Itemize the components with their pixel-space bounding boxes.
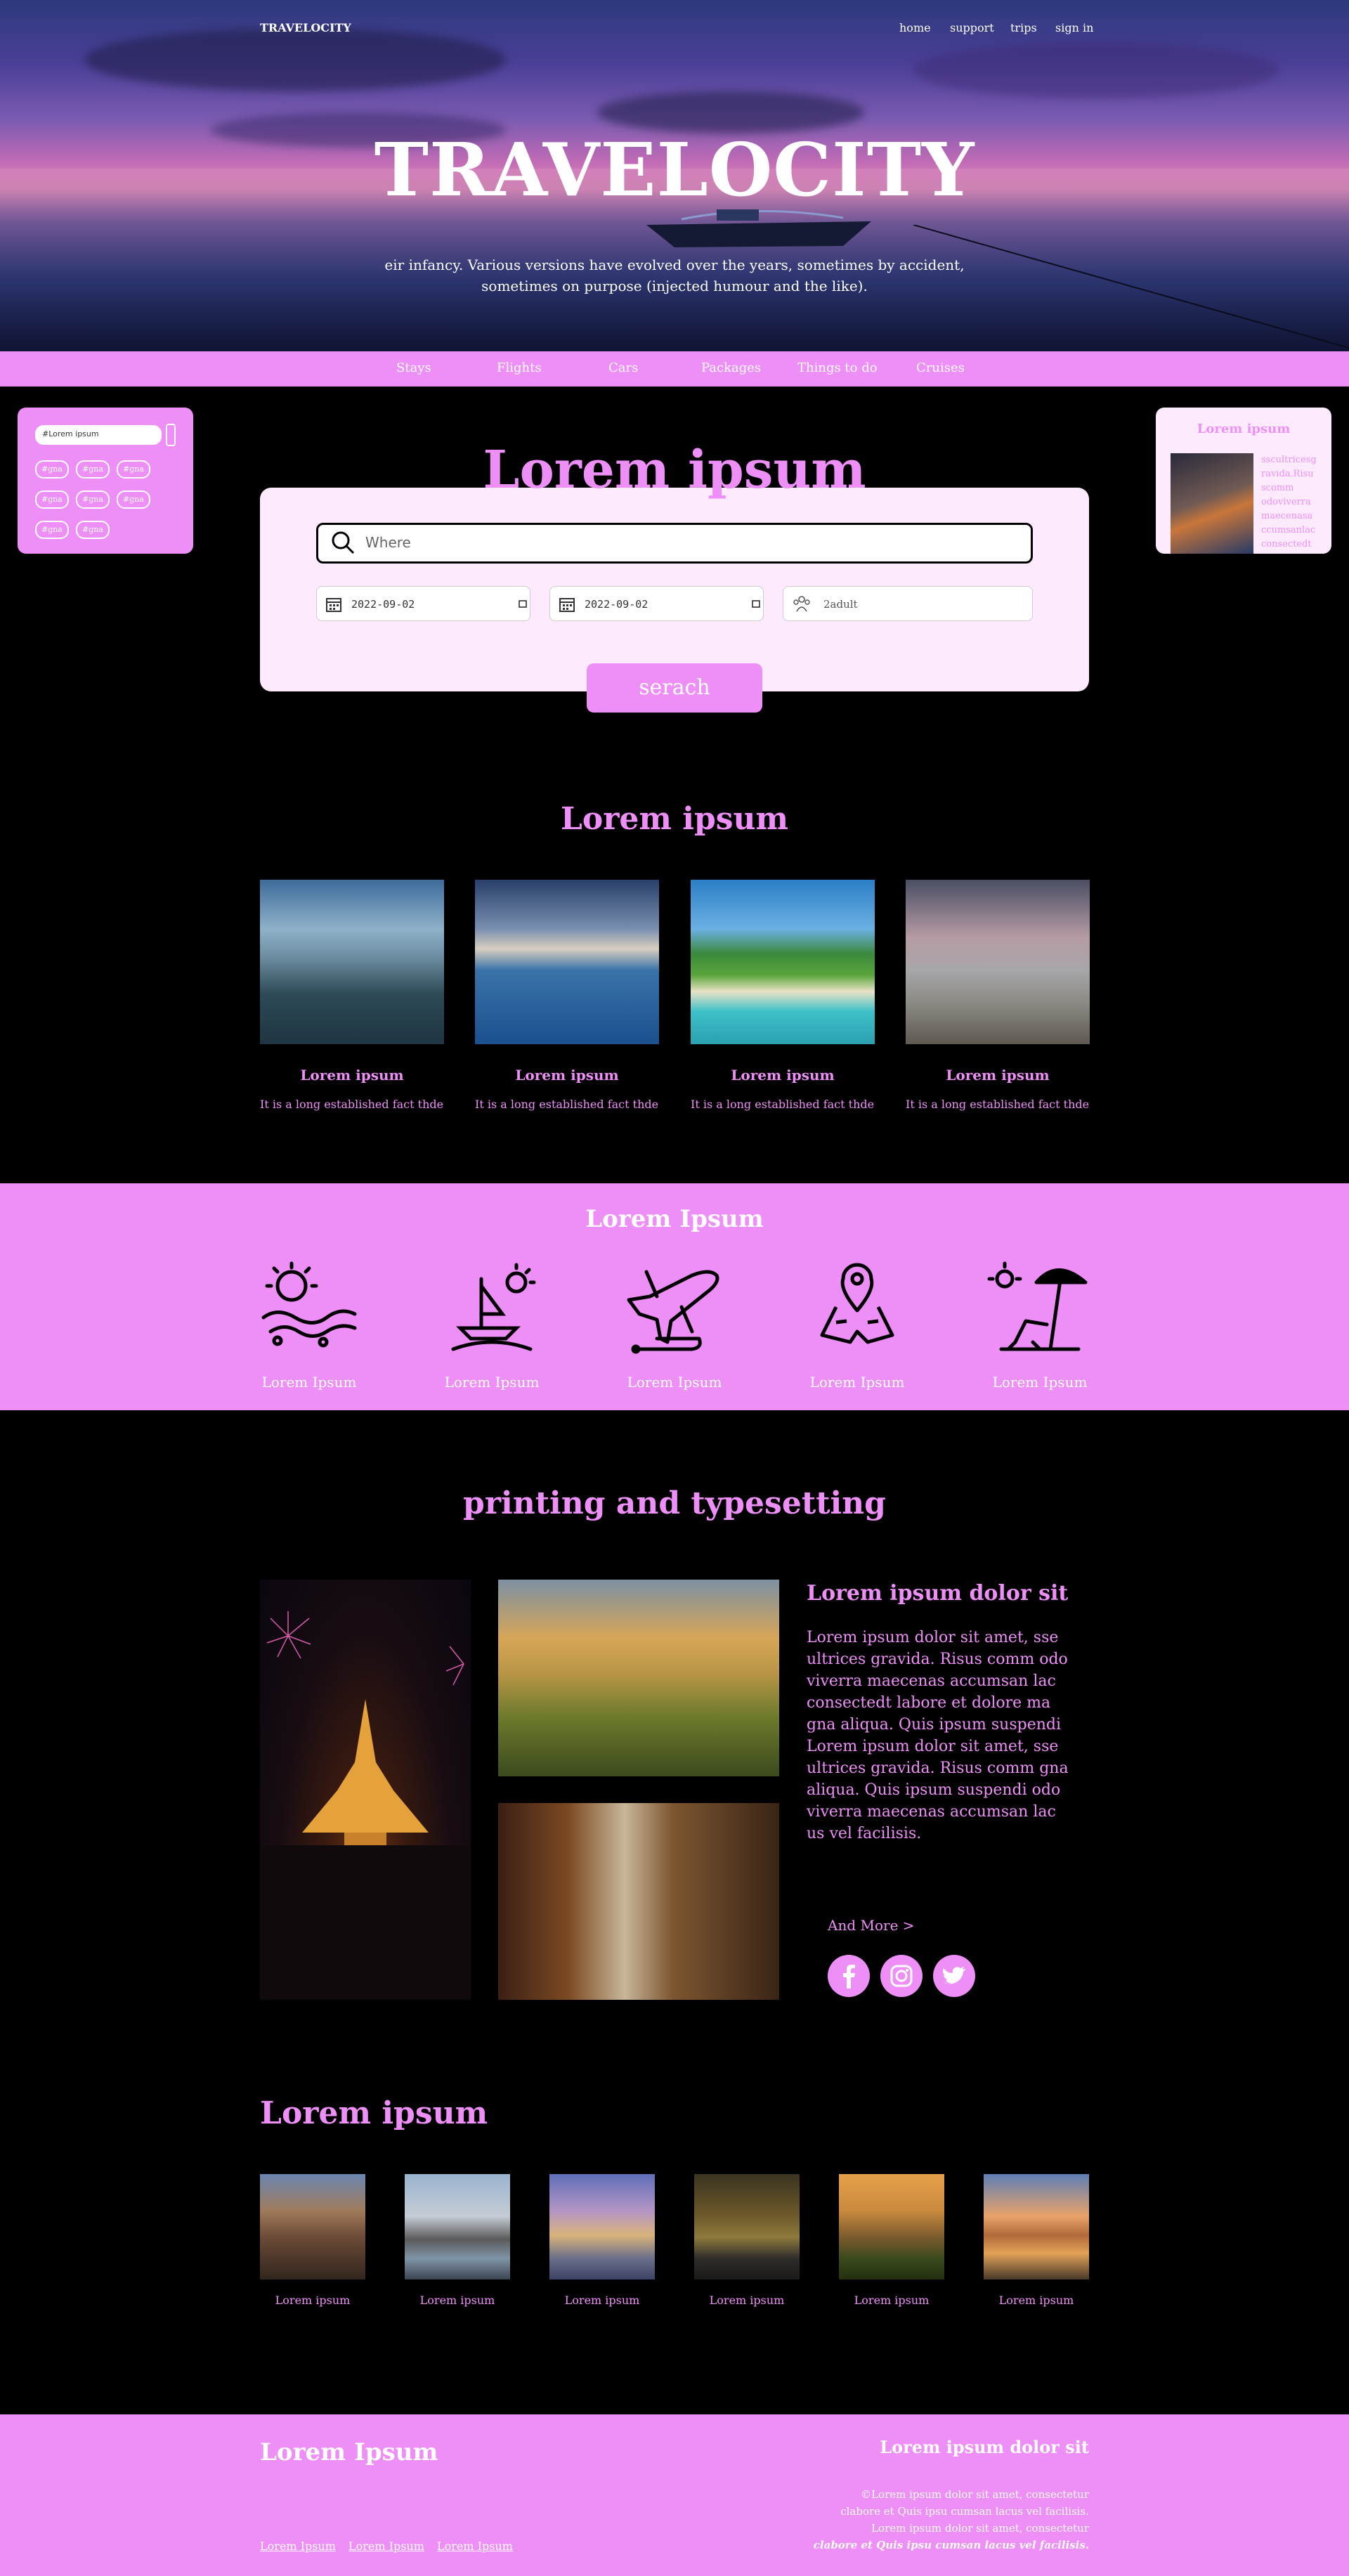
gallery-image[interactable] xyxy=(549,2174,655,2279)
gallery-caption[interactable]: Lorem ipsum xyxy=(694,2294,800,2307)
destination-desc: It is a long established fact thder w xyxy=(691,1098,875,1111)
destination-name[interactable]: Lorem ipsum xyxy=(691,1067,875,1084)
date-to-value: 2022-09-02 xyxy=(585,598,649,611)
destination-image-city[interactable] xyxy=(260,880,444,1044)
footer-note: clabore et Quis ipsu cumsan lacus vel fa… xyxy=(813,2539,1089,2551)
category-packages[interactable]: Packages xyxy=(701,360,761,375)
footer-title: Lorem Ipsum xyxy=(260,2438,438,2466)
twitter-icon[interactable] xyxy=(933,1955,975,1997)
destination-image-island[interactable] xyxy=(691,880,875,1044)
and-more-link[interactable]: And More > xyxy=(828,1917,915,1934)
calendar-picker-icon[interactable] xyxy=(519,599,527,608)
where-input[interactable] xyxy=(316,523,1033,564)
footer-note: Lorem ipsum dolor sit amet, consectetur xyxy=(871,2522,1089,2535)
category-cruises[interactable]: Cruises xyxy=(916,360,965,375)
nav-support[interactable]: support xyxy=(950,21,994,34)
gallery-caption[interactable]: Lorem ipsum xyxy=(839,2294,944,2307)
printing-title: printing and typesetting xyxy=(463,1485,886,1521)
destination-image-ocean[interactable] xyxy=(475,880,659,1044)
facebook-icon[interactable] xyxy=(828,1955,870,1997)
beach-chair-umbrella-icon xyxy=(987,1261,1088,1351)
misty-meadow-image[interactable] xyxy=(498,1580,779,1776)
map-pin-icon xyxy=(820,1263,894,1344)
destination-name[interactable]: Lorem ipsum xyxy=(475,1067,659,1084)
article-title: Lorem ipsum dolor sit xyxy=(807,1581,1069,1606)
footer-note: ©Lorem ipsum dolor sit amet, consectetur xyxy=(861,2488,1089,2501)
category-cars[interactable]: Cars xyxy=(608,360,638,375)
calendar-picker-icon[interactable] xyxy=(752,599,760,608)
hero-title: TRAVELOCITY xyxy=(374,126,975,213)
instagram-icon[interactable] xyxy=(880,1955,923,1997)
destination-image-beach[interactable] xyxy=(906,880,1090,1044)
people-icon xyxy=(793,596,810,612)
gallery-image[interactable] xyxy=(260,2174,365,2279)
island-boat-icon xyxy=(451,1263,536,1351)
beach-sun-waves-icon xyxy=(261,1261,357,1348)
search-title: Lorem ipsum xyxy=(483,440,866,500)
guests-field[interactable] xyxy=(783,586,1033,621)
waterfall-cave-image[interactable] xyxy=(498,1803,779,2000)
hero-subtitle: eir infancy. Various versions have evolv… xyxy=(384,256,965,294)
airplane-icon xyxy=(627,1270,719,1354)
gallery-caption[interactable]: Lorem ipsum xyxy=(984,2294,1089,2307)
destinations-title: Lorem ipsum xyxy=(560,801,789,837)
destination-name[interactable]: Lorem ipsum xyxy=(260,1067,444,1084)
destination-name[interactable]: Lorem ipsum xyxy=(906,1067,1090,1084)
feature-label: Lorem Ipsum xyxy=(627,1374,722,1391)
gallery-image[interactable] xyxy=(405,2174,510,2279)
footer-link[interactable]: Lorem Ipsum xyxy=(260,2539,336,2553)
gallery-caption[interactable]: Lorem ipsum xyxy=(549,2294,655,2307)
nav-home[interactable]: home xyxy=(899,21,931,34)
date-from-field[interactable] xyxy=(316,586,530,621)
article-body: Lorem ipsum dolor sit amet, sse ultrices… xyxy=(807,1629,1069,1842)
nav-trips[interactable]: trips xyxy=(1010,21,1037,34)
date-to-field[interactable] xyxy=(549,586,764,621)
date-from-value: 2022-09-02 xyxy=(351,598,415,611)
tag-search-button[interactable] xyxy=(166,424,176,446)
guests-value: 2adult xyxy=(823,598,858,611)
search-button[interactable]: serach xyxy=(587,663,762,713)
destination-desc: It is a long established fact thder w xyxy=(475,1098,659,1111)
brand-logo[interactable]: TRAVELOCITY xyxy=(260,21,351,34)
destination-desc: It is a long established fact thder w xyxy=(906,1098,1090,1111)
gallery-image[interactable] xyxy=(984,2174,1089,2279)
tag-chip[interactable]: #gna xyxy=(35,521,69,539)
where-placeholder: Where xyxy=(365,534,411,551)
tag-chip[interactable]: #gna xyxy=(76,521,110,539)
feature-label: Lorem Ipsum xyxy=(444,1374,540,1391)
footer-right-title: Lorem ipsum dolor sit xyxy=(880,2437,1089,2457)
features-title: Lorem Ipsum xyxy=(585,1205,764,1233)
gallery-caption[interactable]: Lorem ipsum xyxy=(405,2294,510,2307)
footer-link[interactable]: Lorem Ipsum xyxy=(437,2539,513,2553)
gallery-image[interactable] xyxy=(694,2174,800,2279)
feature-label: Lorem Ipsum xyxy=(809,1374,905,1391)
feature-label: Lorem Ipsum xyxy=(992,1374,1088,1391)
destination-desc: It is a long established fact thder w xyxy=(260,1098,444,1111)
tag-search-input[interactable]: #Lorem ipsum xyxy=(35,425,162,445)
gallery-caption[interactable]: Lorem ipsum xyxy=(260,2294,365,2307)
nav-sign-in[interactable]: sign in xyxy=(1055,21,1093,34)
feature-label: Lorem Ipsum xyxy=(261,1374,357,1391)
promo-title: Lorem ipsum xyxy=(1197,422,1291,436)
footer xyxy=(0,2414,1349,2576)
footer-link[interactable]: Lorem Ipsum xyxy=(348,2539,424,2553)
calendar-icon xyxy=(326,598,341,612)
gallery-title: Lorem ipsum xyxy=(260,2095,488,2131)
category-stays[interactable]: Stays xyxy=(396,360,431,375)
gallery-image[interactable] xyxy=(839,2174,944,2279)
category-things-to-do[interactable]: Things to do xyxy=(797,360,878,375)
category-flights[interactable]: Flights xyxy=(497,360,542,375)
calendar-icon xyxy=(559,598,575,612)
footer-note: clabore et Quis ipsu cumsan lacus vel fa… xyxy=(840,2505,1089,2518)
temple-fireworks-image[interactable] xyxy=(260,1580,471,2000)
search-icon xyxy=(332,531,355,554)
category-bar xyxy=(0,351,1349,386)
